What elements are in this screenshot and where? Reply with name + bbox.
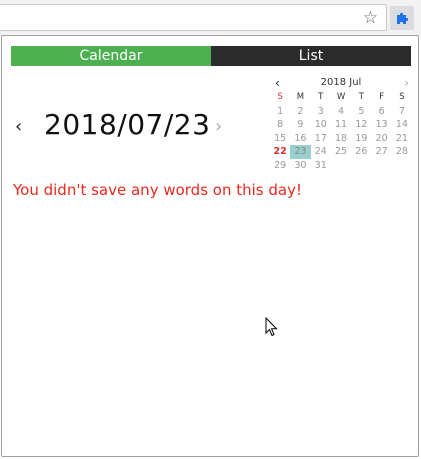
view-tabs: Calendar List — [11, 46, 411, 66]
calendar-day[interactable]: 20 — [371, 132, 391, 146]
calendar-day[interactable]: 2 — [290, 105, 310, 119]
empty-day-cell — [371, 159, 391, 173]
star-icon[interactable]: ☆ — [363, 7, 378, 29]
calendar-day[interactable]: 30 — [290, 159, 310, 173]
calendar-day[interactable]: 23 — [290, 145, 311, 159]
calendar-day[interactable]: 7 — [392, 105, 412, 119]
calendar-day[interactable]: 11 — [331, 118, 351, 132]
mini-calendar-header: ‹ 2018 Jul › — [270, 75, 412, 91]
month-title: 2018 Jul — [320, 77, 362, 88]
calendar-day[interactable]: 8 — [270, 118, 290, 132]
calendar-day[interactable]: 31 — [311, 159, 331, 173]
selected-date: 2018/07/23 — [44, 108, 211, 141]
calendar-day[interactable]: 12 — [351, 118, 371, 132]
calendar-day[interactable]: 27 — [371, 145, 391, 159]
calendar-day[interactable]: 9 — [290, 118, 310, 132]
calendar-day[interactable]: 28 — [392, 145, 412, 159]
extension-popup: Calendar List ‹ 2018/07/23 › ‹ 2018 Jul … — [1, 35, 419, 457]
calendar-day[interactable]: 14 — [392, 118, 412, 132]
tab-list[interactable]: List — [211, 46, 411, 66]
mini-calendar-grid: S M T W T F S 1 2 3 4 5 6 7 8 9 10 11 12 13 14 15 16 17 18 19 20 21… — [270, 91, 412, 173]
calendar-day[interactable]: 29 — [270, 159, 290, 173]
address-bar[interactable]: ☆ — [0, 4, 387, 31]
weekday-header: W — [336, 92, 346, 102]
calendar-day[interactable]: 6 — [371, 105, 391, 119]
calendar-day[interactable]: 13 — [371, 118, 391, 132]
weekday-header: M — [296, 92, 305, 102]
browser-toolbar: ☆ — [0, 0, 421, 36]
calendar-day[interactable]: 18 — [331, 132, 351, 146]
calendar-day[interactable]: 3 — [311, 105, 331, 119]
calendar-day[interactable]: 5 — [351, 105, 371, 119]
calendar-day[interactable]: 1 — [270, 105, 290, 119]
empty-day-cell — [331, 159, 351, 173]
next-day-button[interactable]: › — [215, 116, 222, 137]
previous-day-button[interactable]: ‹ — [15, 116, 22, 137]
calendar-day[interactable]: 17 — [311, 132, 331, 146]
empty-day-cell — [392, 159, 412, 173]
calendar-day[interactable]: 19 — [351, 132, 371, 146]
calendar-day[interactable]: 21 — [392, 132, 412, 146]
calendar-day[interactable]: 15 — [270, 132, 290, 146]
extension-button[interactable] — [390, 6, 414, 30]
calendar-day[interactable]: 25 — [331, 145, 351, 159]
weekday-header: T — [318, 92, 324, 102]
tab-calendar[interactable]: Calendar — [11, 46, 211, 66]
calendar-day[interactable]: 26 — [351, 145, 371, 159]
next-month-button[interactable]: › — [404, 76, 409, 90]
calendar-day[interactable]: 22 — [270, 145, 290, 159]
weekday-header: S — [399, 92, 405, 102]
calendar-day[interactable]: 4 — [331, 105, 351, 119]
weekday-header: S — [277, 92, 283, 102]
calendar-day[interactable]: 16 — [290, 132, 310, 146]
weekday-header: T — [358, 92, 364, 102]
mouse-cursor-icon — [265, 317, 278, 337]
mini-calendar: ‹ 2018 Jul › S M T W T F S 1 2 3 4 5 6 7 8 9 10 11 12 13 14 1… — [270, 75, 412, 173]
calendar-day[interactable]: 10 — [311, 118, 331, 132]
empty-day-message: You didn't save any words on this day! — [13, 181, 302, 199]
empty-day-cell — [351, 159, 371, 173]
weekday-header: F — [379, 92, 385, 102]
calendar-day[interactable]: 24 — [311, 145, 331, 159]
puzzle-piece-icon — [397, 12, 409, 24]
